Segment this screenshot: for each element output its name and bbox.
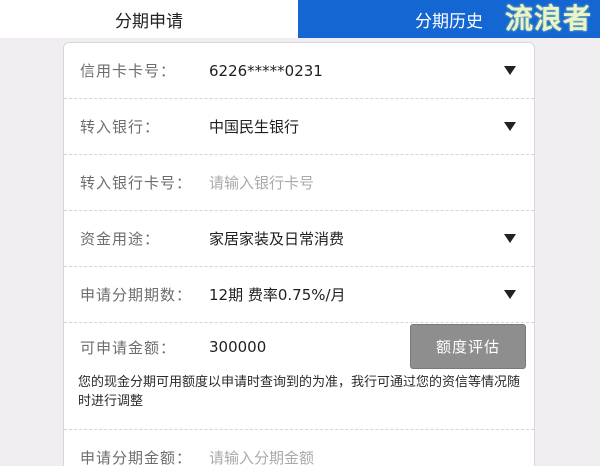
amount-label: 申请分期金额：: [80, 449, 193, 466]
installment-form: 信用卡卡号： 6226*****0231 转入银行： 中国民生银行 转入银行卡号…: [63, 42, 535, 466]
bank-card-field[interactable]: 转入银行卡号： 请输入银行卡号: [64, 155, 534, 210]
amount-field[interactable]: 申请分期金额： 请输入分期金额: [64, 430, 534, 466]
available-value: 300000: [209, 338, 267, 356]
periods-value: 12期 费率0.75%/月: [209, 286, 346, 304]
bank-value: 中国民生银行: [209, 118, 300, 136]
card-number-label: 信用卡卡号：: [80, 62, 177, 80]
caret-down-icon: [504, 234, 516, 243]
watermark: 流浪者: [504, 2, 592, 35]
available-label: 可申请金额：: [80, 338, 177, 357]
periods-label: 申请分期期数：: [80, 286, 193, 304]
usage-value: 家居家装及日常消费: [209, 230, 345, 248]
bank-card-input[interactable]: 请输入银行卡号: [209, 172, 314, 193]
amount-input[interactable]: 请输入分期金额: [209, 447, 314, 466]
caret-down-icon: [504, 66, 516, 75]
card-number-select[interactable]: 信用卡卡号： 6226*****0231: [64, 43, 534, 98]
periods-select[interactable]: 申请分期期数： 12期 费率0.75%/月: [64, 267, 534, 322]
card-number-value: 6226*****0231: [209, 61, 323, 80]
bank-card-label: 转入银行卡号：: [80, 174, 193, 192]
limit-note: 您的现金分期可用额度以申请时查询到的为准，我行可通过您的资信等情况随时进行调整: [78, 375, 521, 409]
limit-evaluate-button[interactable]: 额度评估: [410, 324, 526, 369]
caret-down-icon: [504, 122, 516, 131]
usage-select[interactable]: 资金用途： 家居家装及日常消费: [64, 211, 534, 266]
usage-label: 资金用途：: [80, 230, 161, 248]
bank-select[interactable]: 转入银行： 中国民生银行: [64, 99, 534, 154]
caret-down-icon: [504, 290, 516, 299]
bank-label: 转入银行：: [80, 118, 161, 136]
tab-installment-apply[interactable]: 分期申请: [0, 0, 298, 38]
